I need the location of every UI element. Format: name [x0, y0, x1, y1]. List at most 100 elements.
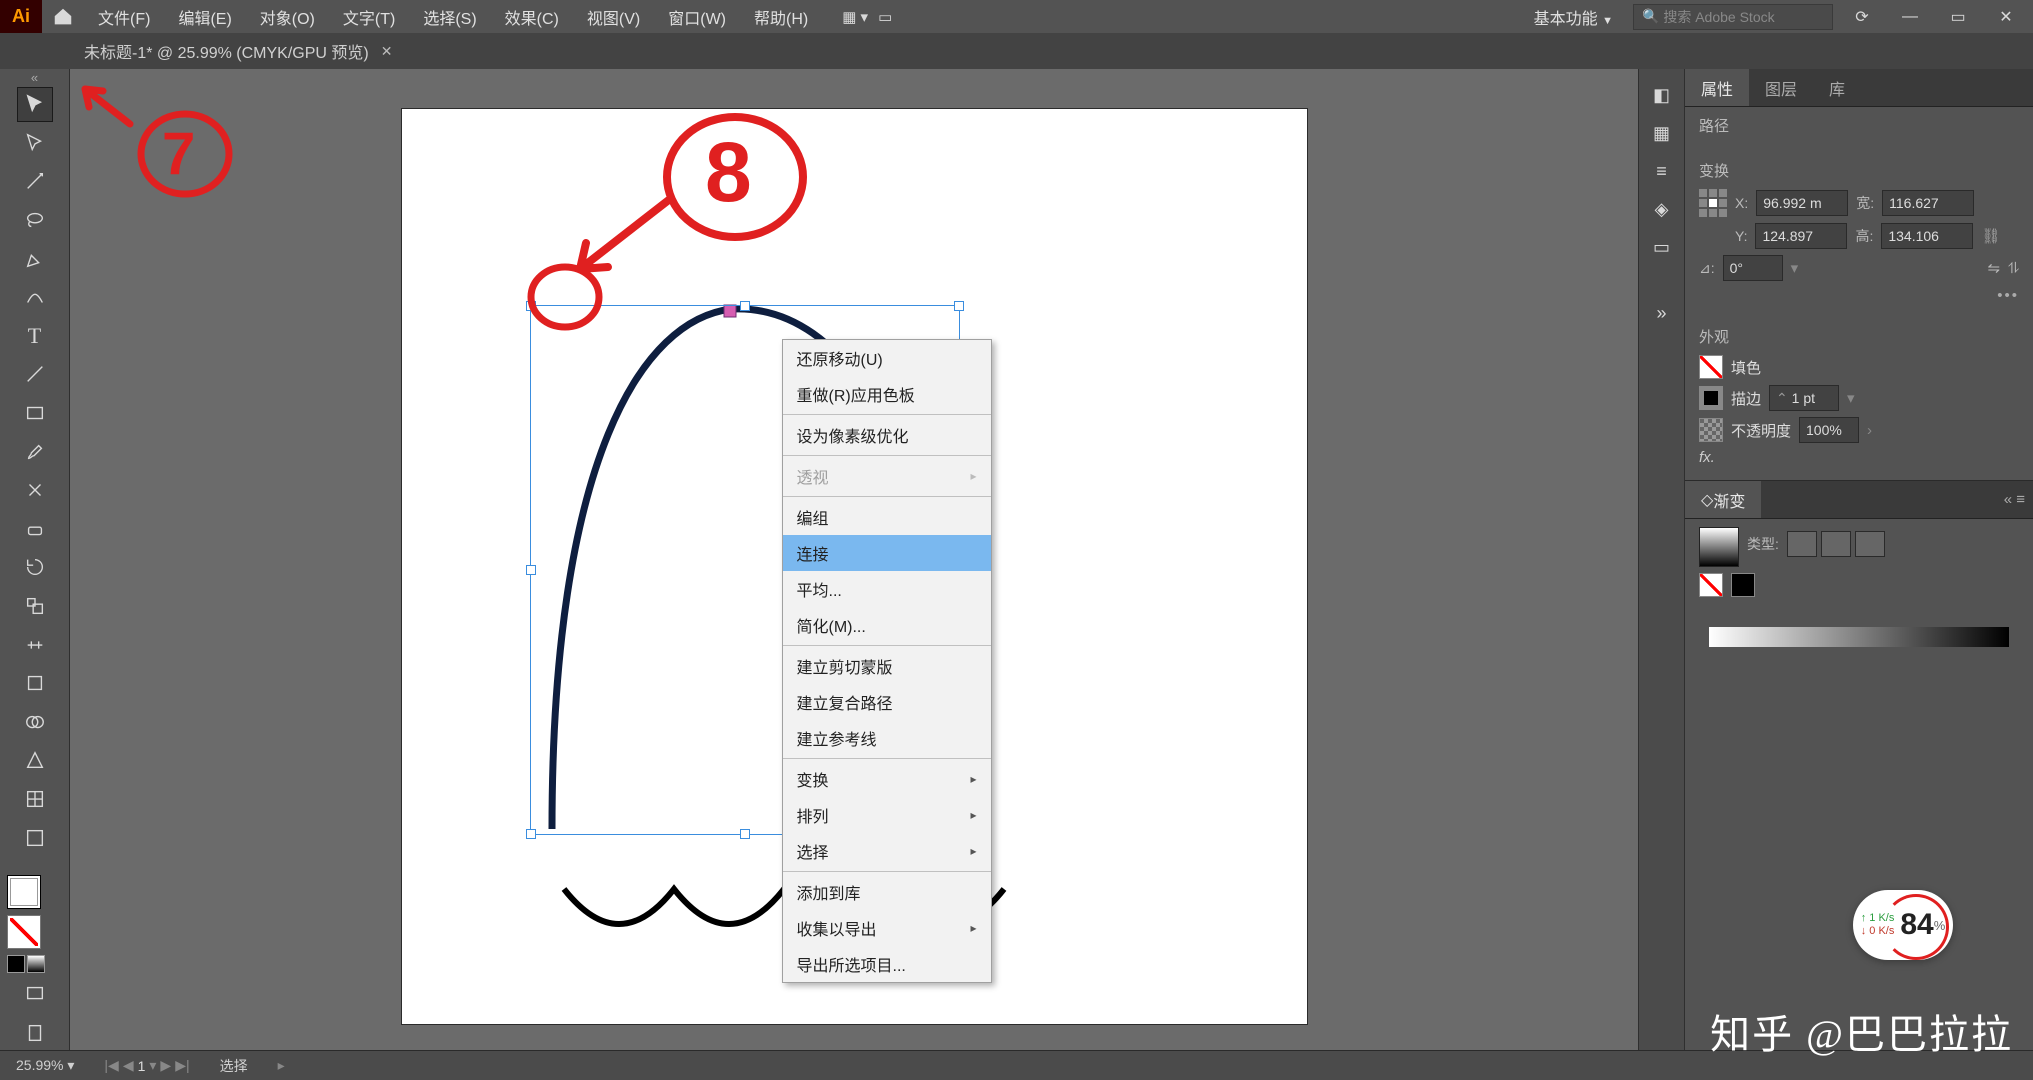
opacity-value[interactable]: 100%	[1799, 417, 1859, 443]
ctx-guides[interactable]: 建立参考线	[783, 720, 991, 756]
ctx-undo[interactable]: 还原移动(U)	[783, 340, 991, 376]
tool-shape-builder[interactable]	[17, 705, 53, 740]
stroke-color[interactable]	[1699, 386, 1723, 410]
stock-search[interactable]: 🔍 搜索 Adobe Stock	[1633, 4, 1833, 30]
color-swatches[interactable]	[7, 875, 63, 973]
handle-ml[interactable]	[526, 565, 536, 575]
tool-perspective[interactable]	[17, 743, 53, 778]
menu-help[interactable]: 帮助(H)	[740, 0, 822, 33]
more-transform-icon[interactable]: •••	[1997, 287, 2019, 304]
ref-point-icon[interactable]	[1699, 189, 1727, 217]
tool-type[interactable]: T	[17, 319, 53, 354]
window-close[interactable]: ✕	[1987, 4, 2025, 30]
handle-bl[interactable]	[526, 829, 536, 839]
tab-libraries[interactable]: 库	[1813, 69, 1861, 106]
stroke-weight[interactable]: ⌃ 1 pt	[1769, 385, 1839, 411]
artboard[interactable]: 还原移动(U) 重做(R)应用色板 设为像素级优化 透视 编组 连接 平均...…	[402, 109, 1307, 1024]
handle-tl[interactable]	[526, 301, 536, 311]
handle-bm[interactable]	[740, 829, 750, 839]
menu-effect[interactable]: 效果(C)	[491, 0, 573, 33]
panel-collapse-icon[interactable]: «	[2004, 491, 2012, 508]
ctx-select[interactable]: 选择	[783, 833, 991, 869]
tool-rectangle[interactable]	[17, 396, 53, 431]
menu-select[interactable]: 选择(S)	[409, 0, 490, 33]
menu-file[interactable]: 文件(F)	[84, 0, 164, 33]
ctx-transform[interactable]: 变换	[783, 761, 991, 797]
ctx-add-library[interactable]: 添加到库	[783, 874, 991, 910]
tool-magic-wand[interactable]	[17, 164, 53, 199]
tool-gradient[interactable]	[17, 820, 53, 855]
transform-y[interactable]: 124.897	[1755, 223, 1847, 249]
link-wh-icon[interactable]: ⛓	[1981, 227, 2000, 245]
home-icon[interactable]	[42, 0, 84, 33]
tool-mesh[interactable]	[17, 782, 53, 817]
canvas[interactable]: 还原移动(U) 重做(R)应用色板 设为像素级优化 透视 编组 连接 平均...…	[70, 69, 1638, 1050]
transform-angle[interactable]: 0°	[1723, 255, 1783, 281]
menu-view[interactable]: 视图(V)	[573, 0, 654, 33]
panel-icon-swatches[interactable]: ▦	[1648, 119, 1676, 147]
tool-screen-mode[interactable]	[17, 977, 53, 1012]
tool-selection[interactable]	[17, 87, 53, 122]
document-tab[interactable]: 未标题-1* @ 25.99% (CMYK/GPU 预览) ✕	[70, 33, 406, 69]
tab-gradient[interactable]: ◇ 渐变	[1685, 481, 1761, 518]
tool-shaper[interactable]	[17, 473, 53, 508]
tool-free-transform[interactable]	[17, 666, 53, 701]
workspace-switcher[interactable]: 基本功能 ▼	[1524, 5, 1623, 29]
tool-direct-selection[interactable]	[17, 126, 53, 161]
handle-tm[interactable]	[740, 301, 750, 311]
ctx-collect-export[interactable]: 收集以导出	[783, 910, 991, 946]
zoom-level[interactable]: 25.99% ▾	[16, 1057, 74, 1074]
tool-width[interactable]	[17, 627, 53, 662]
tools-collapse[interactable]: «	[0, 73, 69, 83]
arrange-docs-icon[interactable]: ▦ ▾	[842, 8, 868, 26]
grad-stroke-swatch[interactable]	[1699, 573, 1723, 597]
flip-v-icon[interactable]: ⥮	[2008, 260, 2019, 277]
fx-row[interactable]: fx.	[1699, 449, 2019, 466]
ctx-export-selection[interactable]: 导出所选项目...	[783, 946, 991, 982]
sync-icon[interactable]: ⟳	[1843, 4, 1881, 30]
panel-collapse-icon[interactable]: »	[1648, 299, 1676, 327]
window-maximize[interactable]: ▭	[1939, 4, 1977, 30]
gradient-mode-swatch[interactable]	[27, 955, 45, 973]
opacity-swatch[interactable]	[1699, 418, 1723, 442]
panel-menu-icon[interactable]: ≡	[2016, 491, 2025, 508]
ctx-group[interactable]: 编组	[783, 499, 991, 535]
transform-w[interactable]: 116.627	[1882, 190, 1974, 216]
ctx-compound-path[interactable]: 建立复合路径	[783, 684, 991, 720]
artboard-nav[interactable]: |◀◀ 1 ▾▶▶|	[104, 1057, 189, 1074]
ctx-clip-mask[interactable]: 建立剪切蒙版	[783, 648, 991, 684]
tool-lasso[interactable]	[17, 203, 53, 238]
grad-fill-swatch[interactable]	[1731, 573, 1755, 597]
grad-type-linear[interactable]	[1787, 531, 1817, 557]
tool-brush[interactable]	[17, 434, 53, 469]
tool-line[interactable]	[17, 357, 53, 392]
color-mode-swatch[interactable]	[7, 955, 25, 973]
grad-type-radial[interactable]	[1821, 531, 1851, 557]
tool-rotate[interactable]	[17, 550, 53, 585]
tool-edit-toggle[interactable]	[17, 1015, 53, 1050]
tool-curvature[interactable]	[17, 280, 53, 315]
menu-window[interactable]: 窗口(W)	[654, 0, 740, 33]
gradient-slider[interactable]	[1709, 627, 2009, 647]
ctx-arrange[interactable]: 排列	[783, 797, 991, 833]
fill-swatch[interactable]	[7, 875, 41, 909]
ctx-join[interactable]: 连接	[783, 535, 991, 571]
panel-icon-brushes[interactable]: ≡	[1648, 157, 1676, 185]
window-minimize[interactable]: —	[1891, 4, 1929, 30]
tab-layers[interactable]: 图层	[1749, 69, 1813, 106]
menu-edit[interactable]: 编辑(E)	[164, 0, 245, 33]
transform-x[interactable]: 96.992 m	[1756, 190, 1848, 216]
menu-type[interactable]: 文字(T)	[329, 0, 409, 33]
close-icon[interactable]: ✕	[381, 43, 393, 60]
tab-properties[interactable]: 属性	[1685, 69, 1749, 106]
stroke-swatch[interactable]	[7, 915, 41, 949]
tool-pen[interactable]	[17, 241, 53, 276]
transform-h[interactable]: 134.106	[1881, 223, 1973, 249]
tool-scale[interactable]	[17, 589, 53, 624]
panel-icon-symbols[interactable]: ◈	[1648, 195, 1676, 223]
panel-icon-stroke[interactable]: ▭	[1648, 233, 1676, 261]
ctx-simplify[interactable]: 简化(M)...	[783, 607, 991, 643]
fill-color[interactable]	[1699, 355, 1723, 379]
flip-h-icon[interactable]: ⇋	[1988, 259, 2001, 277]
ctx-redo[interactable]: 重做(R)应用色板	[783, 376, 991, 412]
